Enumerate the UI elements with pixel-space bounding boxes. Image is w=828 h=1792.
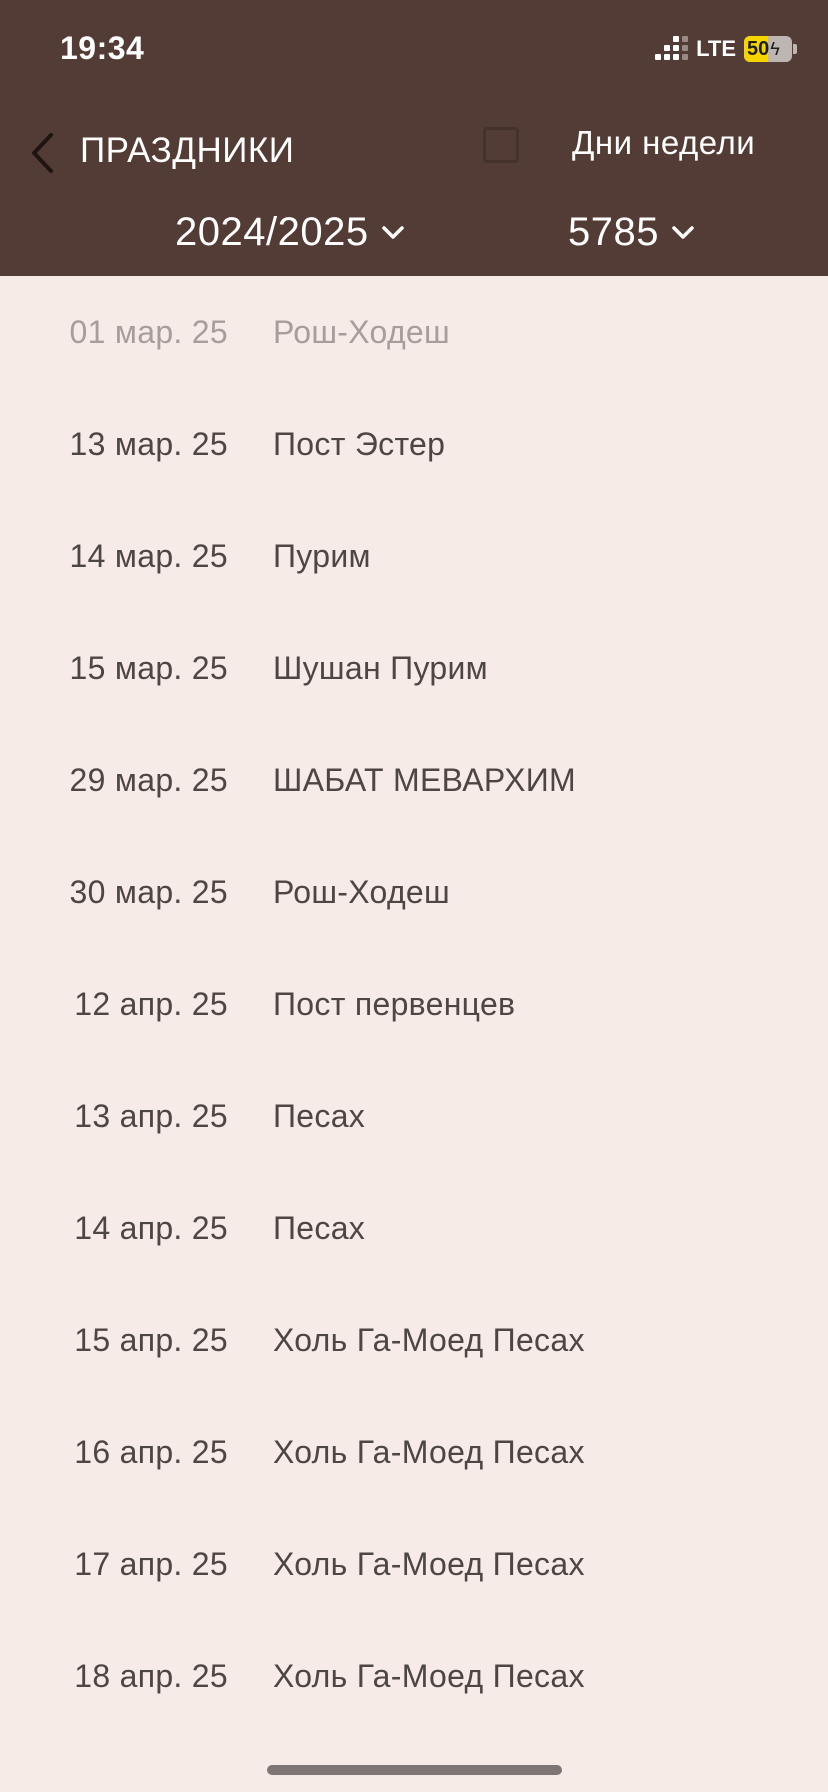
holiday-name: Пурим: [273, 538, 371, 574]
year-dropdown[interactable]: 2024/2025: [175, 210, 405, 255]
holiday-name: Холь Га-Моед Песах: [273, 1546, 585, 1582]
hebrew-year-dropdown[interactable]: 5785: [568, 210, 695, 255]
holiday-row[interactable]: 14 мар. 25 Пурим: [0, 500, 828, 612]
chevron-down-icon: [672, 225, 694, 239]
app-header: 19:34 LTE 50 ϟ ПРАЗДНИКИ Дни недели 2024…: [0, 0, 828, 276]
holiday-date: 29 мар. 25: [69, 762, 228, 798]
holiday-row[interactable]: 13 мар. 25 Пост Эстер: [0, 388, 828, 500]
back-button[interactable]: [22, 128, 62, 178]
status-icons: LTE 50 ϟ: [655, 34, 797, 64]
status-time: 19:34: [60, 30, 145, 66]
holiday-date: 13 апр. 25: [74, 1098, 228, 1134]
holiday-date: 15 апр. 25: [74, 1322, 228, 1358]
holiday-row[interactable]: 13 апр. 25 Песах: [0, 1060, 828, 1172]
holiday-name: Холь Га-Моед Песах: [273, 1658, 585, 1694]
holiday-row[interactable]: 29 мар. 25 ШАБАТ МЕВАРХИМ: [0, 724, 828, 836]
holiday-name: ШАБАТ МЕВАРХИМ: [273, 762, 576, 798]
holiday-name: Пост Эстер: [273, 426, 446, 462]
hebrew-year-value: 5785: [568, 210, 659, 254]
home-indicator[interactable]: [267, 1765, 562, 1775]
chevron-down-icon: [381, 225, 404, 239]
signal-icon: [655, 36, 689, 60]
holiday-row[interactable]: 16 апр. 25 Холь Га-Моед Песах: [0, 1396, 828, 1508]
holiday-name: Пост первенцев: [273, 986, 516, 1022]
weekdays-checkbox[interactable]: [483, 127, 519, 163]
battery-icon: 50 ϟ: [744, 36, 797, 62]
holiday-date: 18 апр. 25: [74, 1658, 228, 1694]
holiday-row[interactable]: 18 апр. 25 Холь Га-Моед Песах: [0, 1620, 828, 1732]
page-title: ПРАЗДНИКИ: [80, 131, 295, 170]
holiday-date: 14 апр. 25: [74, 1210, 228, 1246]
holiday-name: Рош-Ходеш: [273, 874, 450, 910]
holiday-row[interactable]: 15 апр. 25 Холь Га-Моед Песах: [0, 1284, 828, 1396]
holiday-date: 30 мар. 25: [69, 874, 228, 910]
holiday-date: 15 мар. 25: [69, 650, 228, 686]
holiday-date: 17 апр. 25: [74, 1546, 228, 1582]
battery-level: 50: [747, 37, 770, 60]
holiday-name: Холь Га-Моед Песах: [273, 1322, 585, 1358]
holiday-row[interactable]: 17 апр. 25 Холь Га-Моед Песах: [0, 1508, 828, 1620]
holiday-row[interactable]: 15 мар. 25 Шушан Пурим: [0, 612, 828, 724]
holiday-name: Песах: [273, 1210, 366, 1246]
charging-bolt-icon: ϟ: [770, 38, 780, 59]
holiday-date: 16 апр. 25: [74, 1434, 228, 1470]
holiday-name: Шушан Пурим: [273, 650, 488, 686]
holiday-list: 01 мар. 25 Рош-Ходеш 13 мар. 25 Пост Эстер…: [0, 276, 828, 1732]
holiday-row[interactable]: 01 мар. 25 Рош-Ходеш: [0, 276, 828, 388]
holiday-name: Песах: [273, 1098, 366, 1134]
holiday-row[interactable]: 12 апр. 25 Пост первенцев: [0, 948, 828, 1060]
holiday-name: Холь Га-Моед Песах: [273, 1434, 585, 1470]
chevron-left-icon: [32, 133, 53, 173]
holiday-row[interactable]: 30 мар. 25 Рош-Ходеш: [0, 836, 828, 948]
holiday-date: 01 мар. 25: [69, 314, 228, 350]
weekdays-label[interactable]: Дни недели: [572, 124, 755, 162]
network-type: LTE: [696, 36, 736, 61]
holiday-date: 12 апр. 25: [74, 986, 228, 1022]
year-value: 2024/2025: [175, 210, 369, 254]
holiday-name: Рош-Ходеш: [273, 314, 450, 350]
holiday-date: 14 мар. 25: [69, 538, 228, 574]
holiday-date: 13 мар. 25: [69, 426, 228, 462]
holiday-row[interactable]: 14 апр. 25 Песах: [0, 1172, 828, 1284]
